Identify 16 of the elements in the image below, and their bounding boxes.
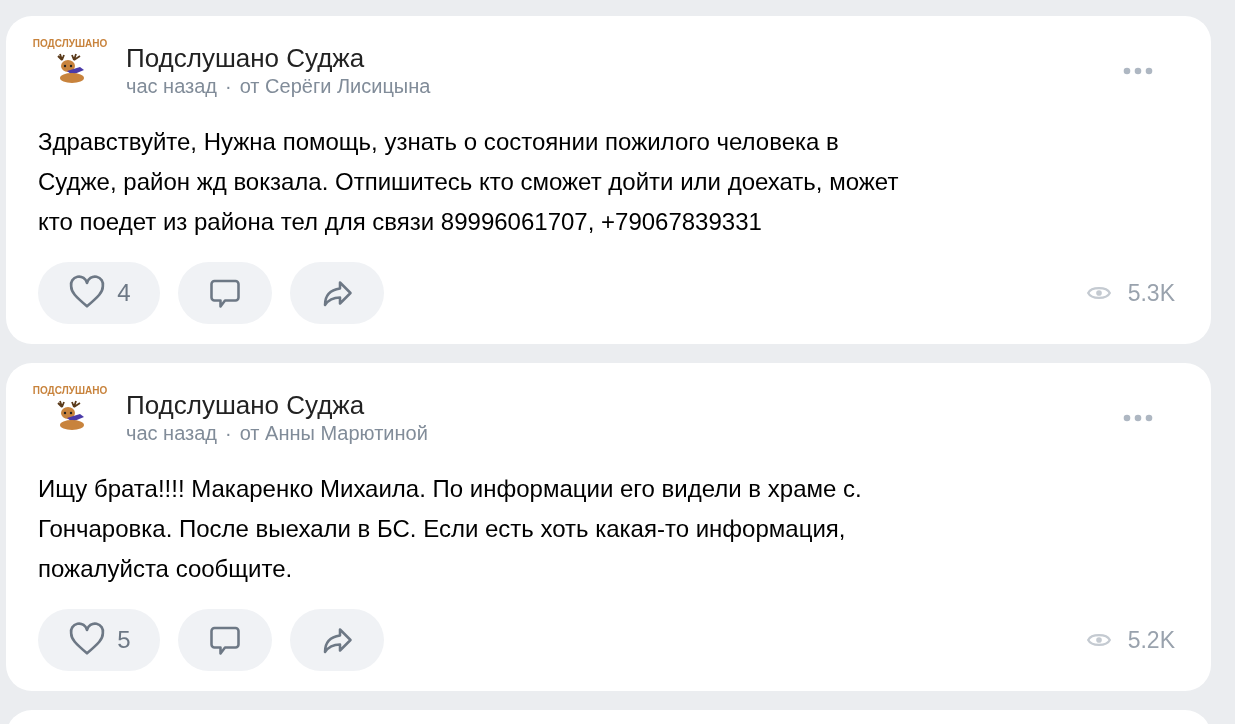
author-name[interactable]: Подслушано Суджа (126, 390, 1123, 420)
meta-separator: · (225, 74, 232, 99)
logo-text: ПОДСЛУШАНО (32, 385, 108, 396)
logo-text: ПОДСЛУШАНО (32, 38, 108, 49)
post-author[interactable]: от Анны Марютиной (239, 420, 428, 446)
like-button[interactable]: 4 (38, 262, 160, 324)
post-time: час назад (126, 74, 217, 99)
meta-separator: · (225, 421, 232, 446)
view-count: 5.3K (1127, 279, 1175, 307)
like-button[interactable]: 5 (38, 609, 160, 671)
view-count: 5.2K (1127, 626, 1175, 654)
post-time: час назад (126, 421, 217, 446)
post-text: Здравствуйте, Нужна помощь, узнать о состоянии пожилого человека в Судже, район жд вокзала. Отпишитесь кто сможет дойти или доехать, может кто поедет из района тел для связи 89996061707, +79067839331 (38, 127, 900, 237)
post-text: Ищу брата!!!! Макаренко Михаила. По информации его видели в храме с. Гончаровка. После выехали в БС. Если есть хоть какая-то информация, пожалуйста сообщите. (38, 474, 863, 584)
post-author[interactable]: от Серёги Лисицына (239, 73, 431, 99)
author-name[interactable]: Подслушано Суджа (126, 43, 1123, 73)
